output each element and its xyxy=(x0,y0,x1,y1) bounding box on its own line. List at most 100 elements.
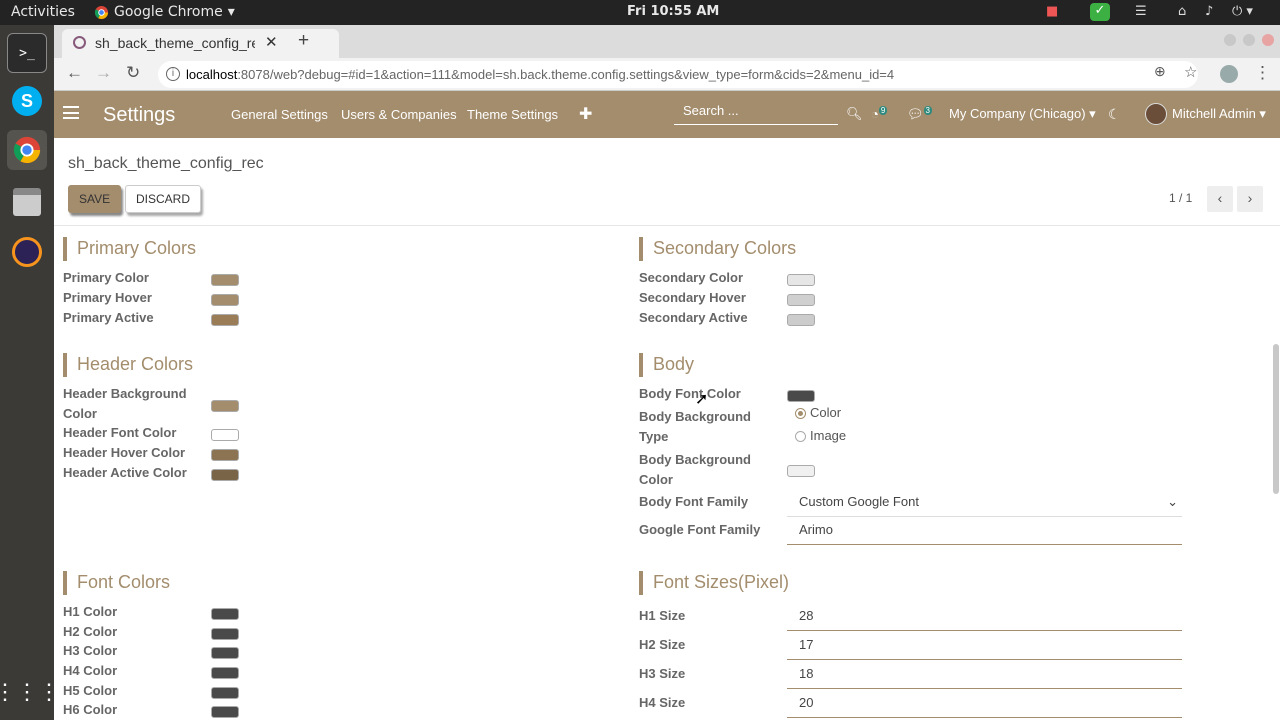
body-bg-type-label: Body Background Type xyxy=(639,409,751,444)
list-icon[interactable]: ☰ xyxy=(1135,4,1147,19)
minimize-button[interactable] xyxy=(1224,34,1236,46)
close-window-button[interactable] xyxy=(1262,34,1274,46)
secondary-color-label: Secondary Color xyxy=(639,270,744,285)
app-menu[interactable]: Google Chrome ▾ xyxy=(94,4,235,20)
h1-color-swatch[interactable] xyxy=(211,608,239,620)
primary-hover-label: Primary Hover xyxy=(63,290,152,305)
terminal-icon[interactable]: >_ xyxy=(7,33,47,73)
install-icon[interactable]: ⊕ xyxy=(1154,63,1166,80)
header-hover-label: Header Hover Color xyxy=(63,445,186,460)
h3-size-input[interactable]: 18 xyxy=(787,661,1182,689)
h3-color-swatch[interactable] xyxy=(211,647,239,659)
header-active-swatch[interactable] xyxy=(211,469,239,481)
avatar[interactable] xyxy=(1145,103,1167,125)
reload-icon[interactable]: ↻ xyxy=(126,63,140,83)
header-font-swatch[interactable] xyxy=(211,429,239,441)
h2-size-input[interactable]: 17 xyxy=(787,632,1182,660)
body-font-family-label: Body Font Family xyxy=(639,494,749,509)
google-font-input[interactable]: Arimo xyxy=(787,517,1182,545)
h2-color-swatch[interactable] xyxy=(211,628,239,640)
scrollbar[interactable] xyxy=(1273,344,1279,494)
close-tab-icon[interactable]: ✕ xyxy=(265,33,278,51)
company-switcher[interactable]: My Company (Chicago) ▾ xyxy=(949,106,1096,122)
power-icon[interactable]: ⏻ ▾ xyxy=(1232,4,1253,19)
menu-theme-settings[interactable]: Theme Settings xyxy=(467,107,558,122)
header-active-label: Header Active Color xyxy=(63,465,187,480)
user-menu[interactable]: Mitchell Admin ▾ xyxy=(1172,106,1266,122)
h5-color-swatch[interactable] xyxy=(211,687,239,699)
secondary-color-swatch[interactable] xyxy=(787,274,815,286)
dark-mode-icon[interactable]: ☾ xyxy=(1108,106,1121,123)
h4-size-input[interactable]: 20 xyxy=(787,690,1182,718)
chrome-icon[interactable] xyxy=(7,130,47,170)
apps-menu-icon[interactable] xyxy=(63,106,79,119)
h1-color-label: H1 Color xyxy=(63,604,118,619)
mouse-cursor-icon: ➚ xyxy=(695,391,709,408)
profile-icon[interactable] xyxy=(1220,65,1238,83)
back-icon[interactable]: ← xyxy=(66,63,83,83)
star-icon[interactable]: ☆ xyxy=(1184,63,1197,81)
app-title[interactable]: Settings xyxy=(103,104,175,127)
url-text: localhost:8078/web?debug=#id=1&action=11… xyxy=(186,67,895,82)
primary-active-swatch[interactable] xyxy=(211,314,239,326)
section-secondary-colors: Secondary Colors xyxy=(639,237,796,261)
files-icon[interactable] xyxy=(7,182,47,222)
body-bg-color-swatch[interactable] xyxy=(787,465,815,477)
h3-color-label: H3 Color xyxy=(63,643,118,658)
pager-next-icon[interactable]: › xyxy=(1237,186,1263,212)
discard-button[interactable]: DISCARD xyxy=(125,185,202,213)
search-input[interactable]: Search ... xyxy=(674,101,838,125)
main-content: sh_back_theme_config_rec SAVE DISCARD 1 … xyxy=(54,138,1280,720)
pager-prev-icon[interactable]: ‹ xyxy=(1207,186,1233,212)
message-count: 3 xyxy=(923,106,932,115)
check-icon[interactable]: ✓ xyxy=(1090,3,1110,21)
body-bg-color-label: Body Background Color xyxy=(639,452,751,487)
plus-icon[interactable]: ✚ xyxy=(579,104,592,124)
radio-color[interactable] xyxy=(795,408,806,419)
h4-color-swatch[interactable] xyxy=(211,667,239,679)
show-apps-icon[interactable]: ⋮⋮⋮ xyxy=(0,672,60,712)
eclipse-icon[interactable] xyxy=(7,232,47,272)
primary-color-swatch[interactable] xyxy=(211,274,239,286)
info-icon[interactable]: i xyxy=(166,67,180,81)
secondary-active-swatch[interactable] xyxy=(787,314,815,326)
radio-color-label: Color xyxy=(810,405,842,420)
section-font-colors: Font Colors xyxy=(63,571,170,595)
clock[interactable]: Fri 10:55 AM xyxy=(627,4,719,19)
menu-users-companies[interactable]: Users & Companies xyxy=(341,107,457,122)
radio-image[interactable] xyxy=(795,431,806,442)
odoo-favicon-icon xyxy=(73,36,86,49)
save-button[interactable]: SAVE xyxy=(68,185,122,213)
network-icon[interactable]: ⌂ xyxy=(1178,4,1186,19)
address-toolbar: ← → ↻ i localhost:8078/web?debug=#id=1&a… xyxy=(54,58,1280,91)
header-font-label: Header Font Color xyxy=(63,425,177,440)
activity-count: 9 xyxy=(878,106,888,115)
volume-icon[interactable]: ♪ xyxy=(1205,4,1213,19)
activity-icon[interactable]: ◔ 9 xyxy=(871,106,888,121)
search-icon[interactable]: 🔍︎ xyxy=(846,106,863,122)
body-font-family-select[interactable]: Custom Google Font ⌄ xyxy=(787,489,1182,517)
skype-icon[interactable]: S xyxy=(7,81,47,121)
app-name: Google Chrome xyxy=(114,4,223,20)
menu-kebab-icon[interactable]: ⋮ xyxy=(1254,63,1271,83)
header-hover-swatch[interactable] xyxy=(211,449,239,461)
breadcrumb: sh_back_theme_config_rec xyxy=(68,155,264,172)
h1-size-input[interactable]: 28 xyxy=(787,603,1182,631)
body-font-color-swatch[interactable] xyxy=(787,390,815,402)
tab-title: sh_back_theme_config_re xyxy=(95,35,255,51)
forward-icon[interactable]: → xyxy=(95,63,112,83)
section-header-colors: Header Colors xyxy=(63,353,193,377)
secondary-hover-swatch[interactable] xyxy=(787,294,815,306)
maximize-button[interactable] xyxy=(1243,34,1255,46)
url-bar[interactable]: i localhost:8078/web?debug=#id=1&action=… xyxy=(158,61,1198,88)
body-font-color-label: Body Font Color xyxy=(639,386,741,401)
camera-icon[interactable]: ■ xyxy=(1046,4,1058,19)
primary-hover-swatch[interactable] xyxy=(211,294,239,306)
header-bg-swatch[interactable] xyxy=(211,400,239,412)
menu-general-settings[interactable]: General Settings xyxy=(231,107,328,122)
activities-button[interactable]: Activities xyxy=(11,4,75,20)
dock: >_ S ⋮⋮⋮ xyxy=(0,25,60,720)
h6-color-swatch[interactable] xyxy=(211,706,239,718)
messages-icon[interactable]: 💬︎ 3 xyxy=(907,106,932,122)
new-tab-button[interactable]: + xyxy=(298,30,309,52)
